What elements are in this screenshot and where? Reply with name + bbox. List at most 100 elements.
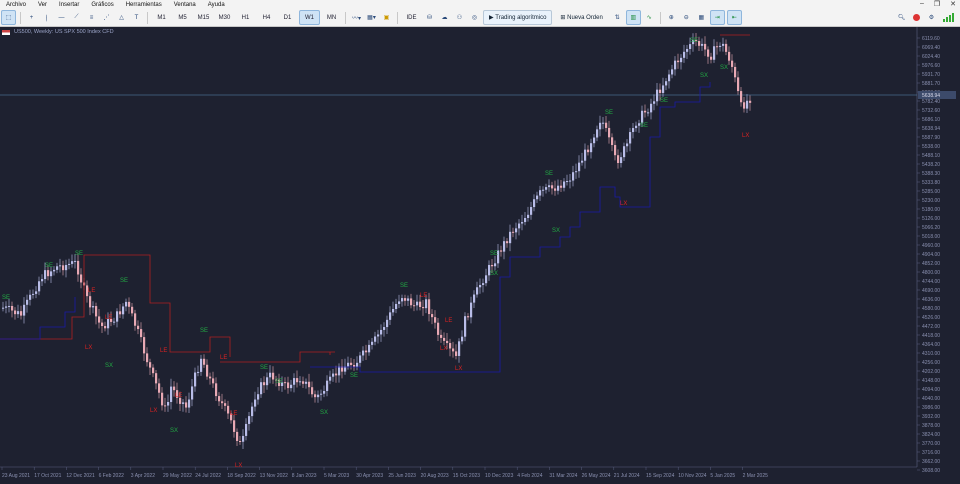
candle-body [377, 334, 380, 337]
candle-body [569, 180, 572, 182]
autoscroll-icon[interactable]: ⇥ [709, 10, 725, 25]
cursor-icon[interactable]: ⬚ [1, 10, 16, 25]
tf-d1[interactable]: D1 [278, 11, 297, 24]
signal-label: LX [150, 408, 157, 414]
horizontal-line-icon[interactable]: — [55, 11, 68, 24]
tf-m5[interactable]: M5 [173, 11, 192, 24]
candle-body [185, 402, 188, 408]
crosshair-icon[interactable]: + [25, 11, 38, 24]
vps-icon[interactable]: ◎ [468, 11, 481, 24]
database-icon[interactable]: ⛁ [423, 11, 436, 24]
candle-body [317, 394, 320, 398]
algo-trading-button[interactable]: ▶ Trading algorítmico [483, 10, 553, 25]
candle-body [263, 382, 266, 386]
date-label: 17 Oct 2021 [34, 473, 61, 479]
signal-label: SE [605, 110, 613, 116]
close-icon[interactable]: ✕ [950, 0, 956, 8]
candle-body [119, 311, 122, 315]
candle-body [248, 416, 251, 424]
candle-body [467, 316, 470, 318]
candle-body [716, 46, 719, 48]
candle-body [299, 381, 302, 383]
tf-h1[interactable]: H1 [236, 11, 255, 24]
shapes-icon[interactable]: △ [115, 11, 128, 24]
price-tick-label: 3986.00 [922, 405, 940, 411]
tf-m30[interactable]: M30 [215, 11, 234, 24]
candle-body [209, 376, 212, 379]
candle-body [536, 195, 539, 200]
candle-body [11, 305, 14, 311]
depth-icon[interactable]: ⇅ [611, 11, 624, 24]
settings-icon[interactable]: ⚙ [925, 11, 938, 24]
zoom-in-icon[interactable]: ⊕ [665, 11, 678, 24]
text-icon[interactable]: T [130, 11, 143, 24]
cloud-icon[interactable]: ☁ [438, 11, 451, 24]
candle-body [476, 287, 479, 295]
candle-body [80, 274, 83, 283]
tf-m15[interactable]: M15 [194, 11, 213, 24]
bars-icon[interactable]: ▥ [625, 10, 641, 25]
tf-mn[interactable]: MN [322, 11, 341, 24]
templates-icon[interactable]: ▣ [380, 11, 393, 24]
trendline-icon[interactable]: ⟋ [70, 11, 83, 24]
menu-insertar[interactable]: Insertar [53, 2, 85, 8]
tf-h4[interactable]: H4 [257, 11, 276, 24]
search-icon[interactable]: 🔍︎ [895, 11, 908, 24]
candle-body [227, 405, 230, 414]
candle-body [518, 223, 521, 229]
chart-type-icon[interactable]: 〰▾ [350, 11, 363, 24]
price-tick-label: 6024.40 [922, 54, 940, 60]
price-tick-label: 5732.60 [922, 108, 940, 114]
candle-body [350, 362, 353, 365]
candle-body [674, 60, 677, 70]
signal-label: LE [175, 393, 182, 399]
menu-ayuda[interactable]: Ayuda [202, 2, 231, 8]
candle-body [527, 214, 530, 218]
tf-m1[interactable]: M1 [152, 11, 171, 24]
candle-body [542, 189, 545, 191]
menu-ventana[interactable]: Ventana [168, 2, 202, 8]
channel-icon[interactable]: ≡ [85, 11, 98, 24]
candle-body [665, 81, 668, 86]
candle-body [305, 381, 308, 384]
price-tick-label: 5881.70 [922, 81, 940, 87]
price-tick-label: 3932.00 [922, 414, 940, 420]
candle-body [314, 394, 317, 398]
zoom-out-icon[interactable]: ⊖ [680, 11, 693, 24]
ide-button[interactable]: IDE [402, 11, 421, 24]
grid-icon[interactable]: ▦ [695, 11, 708, 24]
separator [20, 11, 21, 24]
tf-w1[interactable]: W1 [299, 10, 320, 25]
toolbar-right: 🔍︎ ⚙ [894, 11, 954, 24]
price-tick-label: 4040.00 [922, 396, 940, 402]
chart-shift-icon[interactable]: ⇤ [726, 10, 742, 25]
price-tick-label: 4148.00 [922, 378, 940, 384]
indicators-icon[interactable]: ▦▾ [365, 11, 378, 24]
oscillator-icon[interactable]: ∿ [643, 11, 656, 24]
price-tick-label: 4472.00 [922, 324, 940, 330]
candle-body [608, 127, 611, 138]
menu-ver[interactable]: Ver [32, 2, 53, 8]
menu-herramientas[interactable]: Herramientas [120, 2, 168, 8]
new-order-button[interactable]: ⊞ Nueva Orden [554, 10, 609, 25]
candle-body [725, 43, 728, 52]
menu-archivo[interactable]: Archivo [0, 2, 32, 8]
signal-label: SE [690, 38, 698, 44]
signals-icon[interactable]: ⚇ [453, 11, 466, 24]
candle-body [707, 49, 710, 57]
candle-body [449, 343, 452, 349]
price-tick-label: 5018.00 [922, 234, 940, 240]
fibonacci-icon[interactable]: ⋰ [100, 11, 113, 24]
price-tick-label: 4636.00 [922, 297, 940, 303]
candle-body [461, 336, 464, 342]
minimize-icon[interactable]: – [920, 0, 924, 8]
price-tick-label: 5488.10 [922, 153, 940, 159]
vertical-line-icon[interactable]: ⸽ [40, 11, 53, 24]
chart-area[interactable]: 6119.60 6069.40 6024.40 5976.60 5931.70 5881.… [0, 27, 960, 482]
date-label: 21 Jul 2024 [614, 473, 640, 479]
price-chart[interactable]: 6119.60 6069.40 6024.40 5976.60 5931.70 5881.… [0, 27, 960, 482]
restore-icon[interactable]: ❐ [934, 0, 940, 8]
menu-bar: Archivo Ver Insertar Gráficos Herramient… [0, 0, 960, 9]
menu-graficos[interactable]: Gráficos [85, 2, 119, 8]
price-tick-label: 5388.30 [922, 171, 940, 177]
